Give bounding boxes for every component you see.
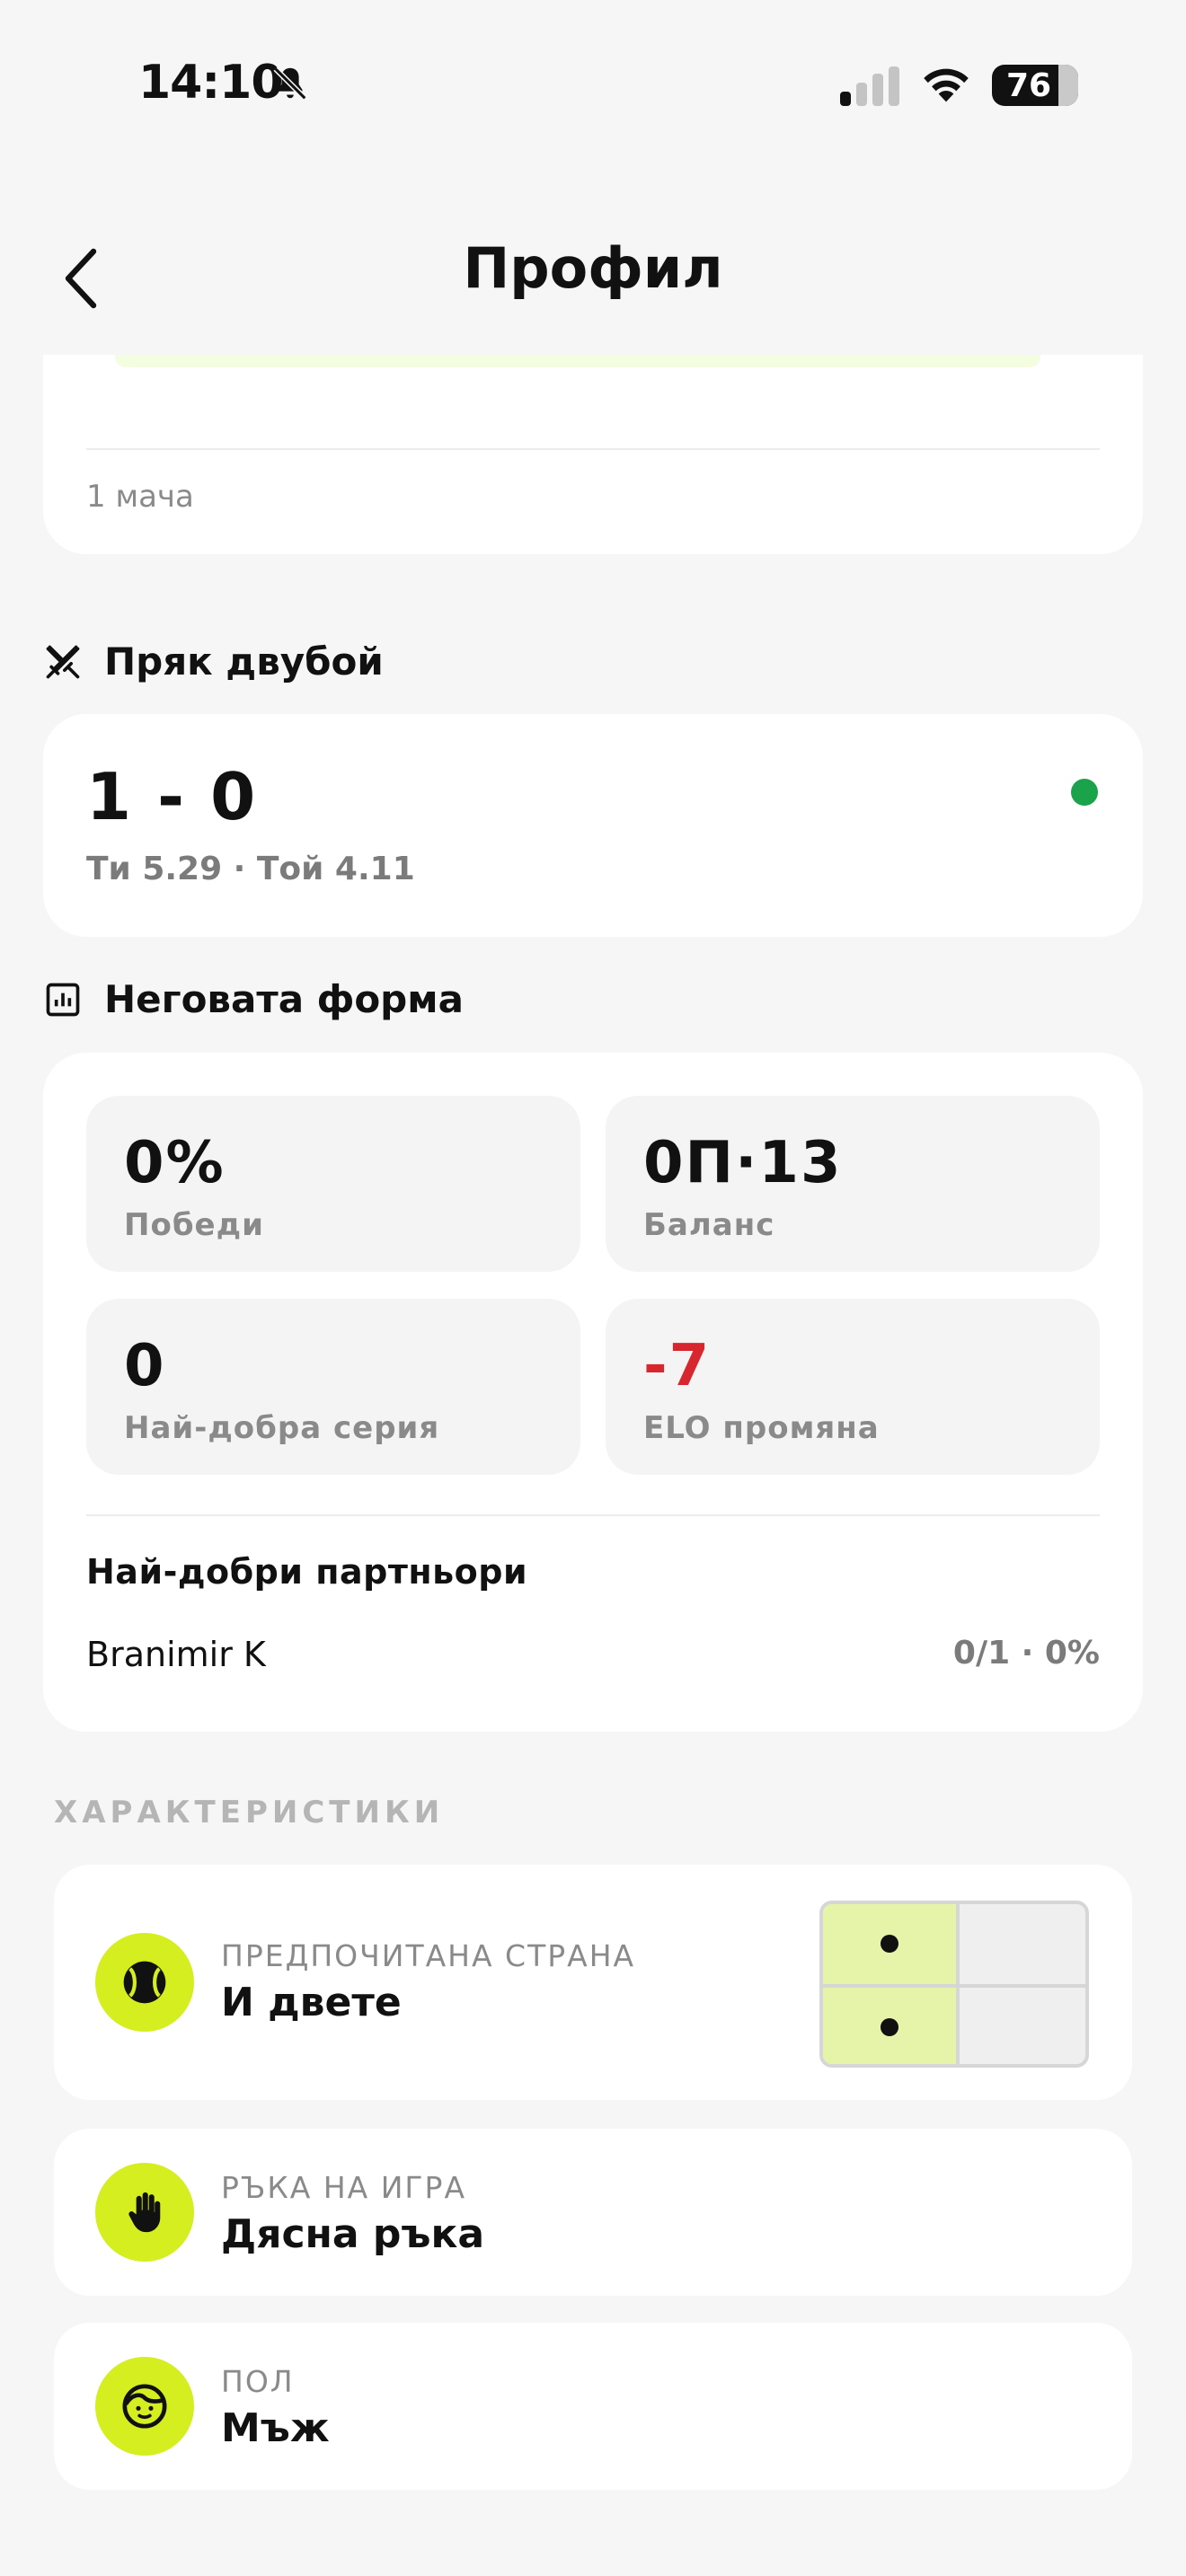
char-label: РЪКА НА ИГРА bbox=[221, 2170, 467, 2205]
char-card-preferred-side: ПРЕДПОЧИТАНА СТРАНА И двете bbox=[54, 1865, 1132, 2100]
h2h-ratings: Ти 5.29 · Той 4.11 bbox=[86, 851, 415, 887]
char-label: ПРЕДПОЧИТАНА СТРАНА bbox=[221, 1938, 636, 1973]
h2h-score: 1 - 0 bbox=[86, 759, 258, 834]
bar-chart-icon bbox=[46, 983, 80, 1016]
card-highlight bbox=[115, 355, 1040, 367]
status-bar: 14:10 76 bbox=[0, 0, 1186, 171]
court-cell-left-top bbox=[823, 1904, 956, 1984]
battery-level: 76 bbox=[1005, 66, 1052, 104]
stat-label: ELO промяна bbox=[643, 1410, 880, 1446]
bell-muted-icon bbox=[273, 66, 307, 101]
battery-tip bbox=[1072, 75, 1078, 95]
icon-badge bbox=[95, 2357, 194, 2456]
stat-tile-balance: 0П·13 Баланс bbox=[606, 1096, 1100, 1272]
divider bbox=[86, 1514, 1100, 1516]
status-dot bbox=[1071, 779, 1098, 806]
char-value: Дясна ръка bbox=[221, 2211, 485, 2257]
stat-value: -7 bbox=[643, 1333, 712, 1399]
stat-value: 0П·13 bbox=[643, 1130, 843, 1196]
page-title: Профил bbox=[463, 235, 723, 301]
icon-badge bbox=[95, 1933, 194, 2032]
char-value: Мъж bbox=[221, 2405, 330, 2451]
char-value: И двете bbox=[221, 1980, 402, 2025]
nav-header: Профил bbox=[0, 207, 1186, 332]
stat-tile-best-streak: 0 Най-добра серия bbox=[86, 1299, 580, 1475]
stat-tile-wins: 0% Победи bbox=[86, 1096, 580, 1272]
h2h-heading: Пряк двубой bbox=[43, 640, 384, 684]
crossed-swords-icon bbox=[46, 645, 80, 678]
battery-indicator: 76 bbox=[992, 65, 1078, 106]
hand-icon bbox=[128, 2192, 161, 2233]
stat-value: 0% bbox=[124, 1130, 226, 1196]
face-icon bbox=[122, 2384, 167, 2429]
court-cell-left-bottom bbox=[823, 1988, 956, 2064]
form-card: 0% Победи 0П·13 Баланс 0 Най-добра серия… bbox=[43, 1053, 1143, 1732]
form-heading: Неговата форма bbox=[43, 977, 464, 1021]
stat-label: Най-добра серия bbox=[124, 1410, 440, 1446]
court-side-diagram bbox=[819, 1901, 1089, 2068]
partner-stats: 0/1 · 0% bbox=[952, 1635, 1100, 1672]
summary-card: 1 мача bbox=[43, 355, 1143, 554]
signal-icon bbox=[840, 66, 899, 106]
tennis-ball-icon bbox=[123, 1961, 166, 2004]
match-count: 1 мача bbox=[86, 479, 194, 515]
wifi-icon bbox=[924, 68, 969, 102]
char-card-playing-hand: РЪКА НА ИГРА Дясна ръка bbox=[54, 2129, 1132, 2296]
char-label: ПОЛ bbox=[221, 2364, 295, 2399]
form-heading-label: Неговата форма bbox=[104, 977, 464, 1021]
h2h-card[interactable]: 1 - 0 Ти 5.29 · Той 4.11 bbox=[43, 714, 1143, 937]
stat-label: Победи bbox=[124, 1207, 264, 1243]
stat-tile-elo-change: -7 ELO промяна bbox=[606, 1299, 1100, 1475]
char-card-gender: ПОЛ Мъж bbox=[54, 2323, 1132, 2490]
h2h-heading-label: Пряк двубой bbox=[104, 640, 384, 684]
best-partners-title: Най-добри партньори bbox=[86, 1552, 528, 1592]
icon-badge bbox=[95, 2163, 194, 2262]
stat-label: Баланс bbox=[643, 1207, 775, 1243]
partner-name[interactable]: Branimir K bbox=[86, 1635, 266, 1674]
status-time: 14:10 bbox=[138, 56, 284, 110]
characteristics-header: ХАРАКТЕРИСТИКИ bbox=[54, 1795, 445, 1831]
stat-value: 0 bbox=[124, 1333, 166, 1399]
divider bbox=[86, 448, 1100, 450]
